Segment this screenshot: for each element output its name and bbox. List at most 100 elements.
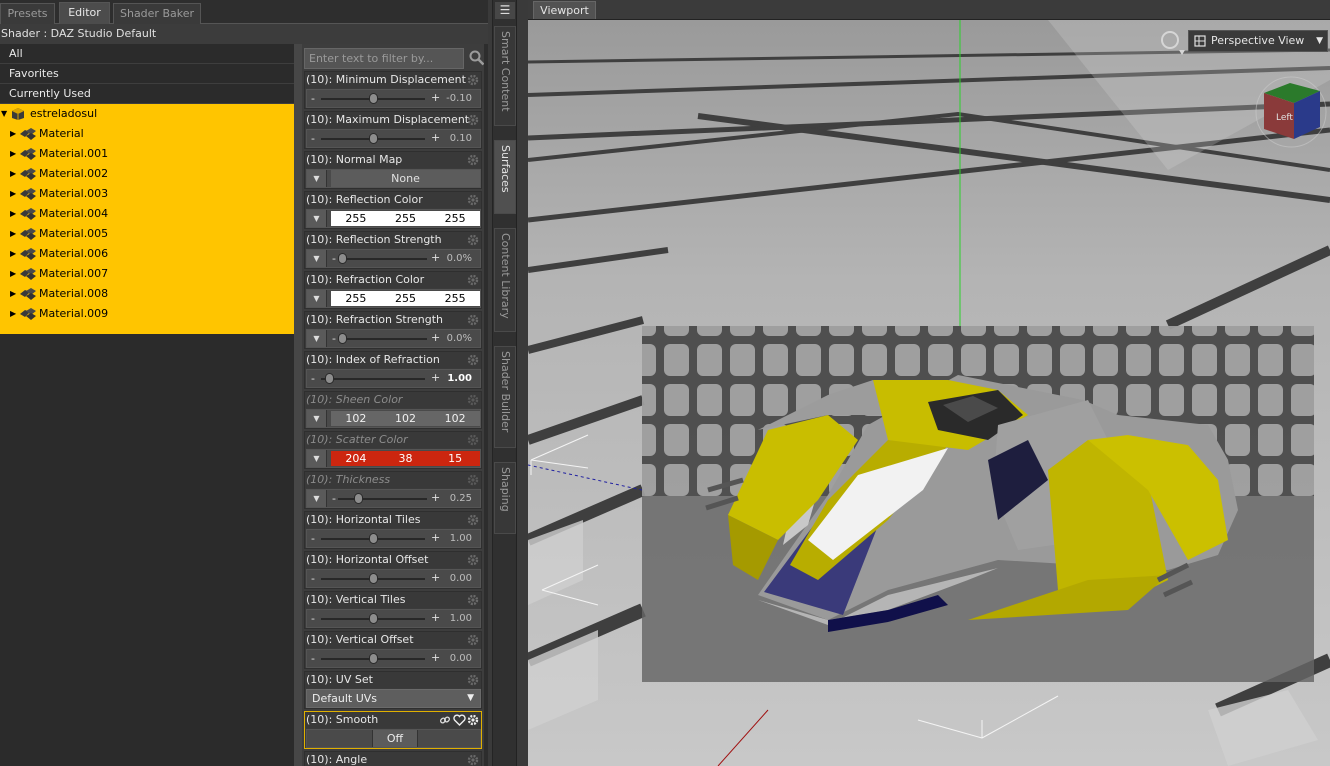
decrement-icon[interactable]: - — [311, 532, 315, 545]
color-picker[interactable]: ▼ 204 38 15 — [306, 449, 481, 468]
view-cube[interactable]: Left — [1254, 75, 1328, 149]
slider[interactable]: - + 1.00 — [306, 529, 481, 548]
slider-knob[interactable] — [354, 493, 363, 504]
slider-knob[interactable] — [338, 253, 347, 264]
slider[interactable]: - + 1.00 — [306, 609, 481, 628]
gear-icon[interactable] — [467, 714, 479, 726]
scrollbar[interactable] — [484, 44, 488, 766]
dropdown-arrow-icon[interactable]: ▼ — [307, 250, 327, 267]
link-icon[interactable] — [439, 714, 451, 726]
expand-arrow-icon[interactable]: ▼ — [1, 104, 11, 124]
tree-node-material[interactable]: ▶ Material.003 — [0, 184, 294, 204]
gear-icon[interactable] — [467, 314, 479, 326]
tree-node-material[interactable]: ▶ Material.009 — [0, 304, 294, 324]
slider-knob[interactable] — [368, 613, 378, 624]
camera-icon[interactable] — [1159, 30, 1185, 56]
dropdown-arrow-icon[interactable]: ▼ — [307, 210, 327, 227]
tab-presets[interactable]: Presets — [0, 3, 55, 24]
decrement-icon[interactable]: - — [332, 332, 336, 345]
increment-icon[interactable]: + — [431, 611, 440, 624]
tree-node-material[interactable]: ▶ Material.004 — [0, 204, 294, 224]
color-swatch[interactable]: 102 102 102 — [331, 411, 480, 426]
slider-knob[interactable] — [368, 573, 378, 584]
tab-shader-baker[interactable]: Shader Baker — [113, 3, 201, 24]
slider-knob[interactable] — [325, 373, 334, 384]
dropdown-arrow-icon[interactable]: ▼ — [307, 170, 327, 187]
tab-viewport[interactable]: Viewport — [533, 1, 596, 19]
smooth-toggle-button[interactable]: Off — [372, 730, 418, 747]
decrement-icon[interactable]: - — [311, 372, 315, 385]
gear-icon[interactable] — [467, 674, 479, 686]
tab-content-library[interactable]: Content Library — [494, 228, 516, 332]
slider-knob[interactable] — [368, 653, 378, 664]
tree-node-material[interactable]: ▶ Material.008 — [0, 284, 294, 304]
decrement-icon[interactable]: - — [311, 652, 315, 665]
color-swatch[interactable]: 255 255 255 — [331, 291, 480, 306]
filter-input[interactable]: Enter text to filter by... — [304, 48, 464, 69]
tab-shaping[interactable]: Shaping — [494, 462, 516, 534]
slider[interactable]: - + -0.10 — [306, 89, 481, 108]
slider[interactable]: - + 0.10 — [306, 129, 481, 148]
dropdown-arrow-icon[interactable]: ▼ — [307, 490, 327, 507]
panel-divider[interactable] — [516, 0, 528, 766]
decrement-icon[interactable]: - — [311, 612, 315, 625]
slider[interactable]: - + 0.00 — [306, 649, 481, 668]
slider[interactable]: - + 1.00 — [306, 369, 481, 388]
color-swatch[interactable]: 204 38 15 — [331, 451, 480, 466]
tab-surfaces[interactable]: Surfaces — [494, 140, 516, 214]
increment-icon[interactable]: + — [431, 571, 440, 584]
gear-icon[interactable] — [467, 194, 479, 206]
increment-icon[interactable]: + — [431, 131, 440, 144]
filter-all[interactable]: All — [0, 44, 294, 64]
dropdown-arrow-icon[interactable]: ▼ — [307, 450, 327, 467]
decrement-icon[interactable]: - — [332, 492, 336, 505]
tree-node-material[interactable]: ▶ Material.005 — [0, 224, 294, 244]
uv-set-select[interactable]: Default UVs ▼ — [306, 689, 481, 708]
decrement-icon[interactable]: - — [311, 572, 315, 585]
slider[interactable]: ▼ - + 0.25 — [306, 489, 481, 508]
color-swatch[interactable]: 255 255 255 — [331, 211, 480, 226]
gear-icon[interactable] — [467, 114, 479, 126]
gear-icon[interactable] — [467, 634, 479, 646]
slider[interactable]: ▼ - + 0.0% — [306, 249, 481, 268]
tree-node-material[interactable]: ▶ Material.007 — [0, 264, 294, 284]
filter-currently-used[interactable]: Currently Used — [0, 84, 294, 104]
image-value[interactable]: None — [331, 170, 480, 187]
color-picker[interactable]: ▼ 255 255 255 — [306, 209, 481, 228]
slider-knob[interactable] — [368, 93, 378, 104]
gear-icon[interactable] — [467, 514, 479, 526]
increment-icon[interactable]: + — [431, 491, 440, 504]
gear-icon[interactable] — [467, 154, 479, 166]
slider-knob[interactable] — [338, 333, 347, 344]
gear-icon[interactable] — [467, 74, 479, 86]
tab-shader-builder[interactable]: Shader Builder — [494, 346, 516, 448]
decrement-icon[interactable]: - — [311, 92, 315, 105]
dropdown-arrow-icon[interactable]: ▼ — [307, 410, 327, 427]
dropdown-arrow-icon[interactable]: ▼ — [307, 290, 327, 307]
gear-icon[interactable] — [467, 234, 479, 246]
tab-smart-content[interactable]: Smart Content — [494, 26, 516, 126]
increment-icon[interactable]: + — [431, 531, 440, 544]
tree-node-root[interactable]: ▼ estreladosul — [0, 104, 294, 124]
increment-icon[interactable]: + — [431, 651, 440, 664]
slider-knob[interactable] — [368, 533, 378, 544]
gear-icon[interactable] — [467, 474, 479, 486]
filter-favorites[interactable]: Favorites — [0, 64, 294, 84]
gear-icon[interactable] — [467, 274, 479, 286]
gear-icon[interactable] — [467, 354, 479, 366]
slider[interactable]: - + 0.00 — [306, 569, 481, 588]
tab-editor[interactable]: Editor — [59, 2, 110, 24]
gear-icon[interactable] — [467, 754, 479, 766]
view-select[interactable]: Perspective View ▼ — [1188, 30, 1328, 52]
tree-node-material[interactable]: ▶ Material.001 — [0, 144, 294, 164]
slider-knob[interactable] — [368, 133, 378, 144]
toggle[interactable]: Off — [306, 729, 481, 748]
decrement-icon[interactable]: - — [311, 132, 315, 145]
color-picker[interactable]: ▼ 255 255 255 — [306, 289, 481, 308]
tree-node-material[interactable]: ▶ Material.002 — [0, 164, 294, 184]
increment-icon[interactable]: + — [431, 251, 440, 264]
color-picker[interactable]: ▼ 102 102 102 — [306, 409, 481, 428]
menu-icon[interactable]: ☰ — [495, 2, 515, 19]
gear-icon[interactable] — [467, 434, 479, 446]
gear-icon[interactable] — [467, 554, 479, 566]
